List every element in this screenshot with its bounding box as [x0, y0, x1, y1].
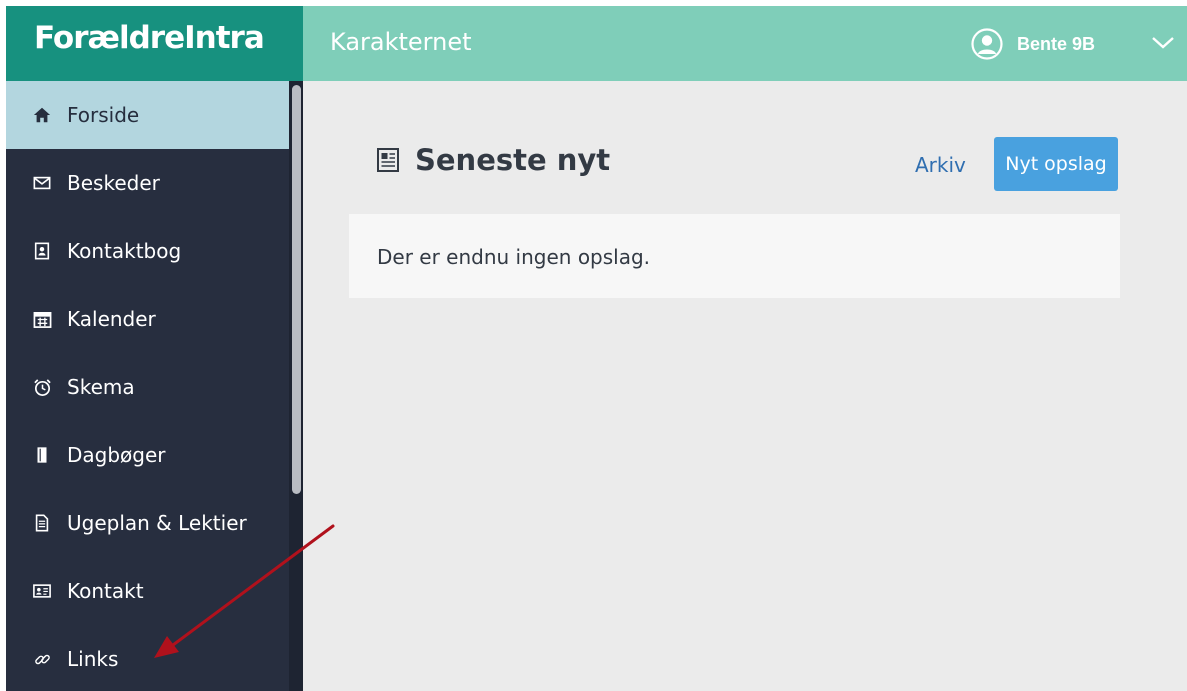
top-header: Karakternet Bente 9B: [303, 6, 1187, 81]
book-icon: [32, 445, 52, 465]
new-post-button[interactable]: Nyt opslag: [994, 137, 1118, 191]
calendar-icon: [32, 309, 52, 329]
app-logo[interactable]: ForældreIntra: [34, 20, 265, 56]
envelope-icon: [32, 173, 52, 193]
sidebar-item-label: Kalender: [67, 307, 156, 331]
sidebar-item-beskeder[interactable]: Beskeder: [6, 149, 289, 217]
section-title: Seneste nyt: [415, 143, 611, 177]
site-title: Karakternet: [330, 28, 472, 56]
sidebar-item-label: Skema: [67, 375, 135, 399]
user-account[interactable]: Bente 9B: [971, 26, 1095, 62]
sidebar-item-label: Links: [67, 647, 119, 671]
sidebar-item-kontakt[interactable]: Kontakt: [6, 557, 289, 625]
sidebar-item-label: Forside: [67, 103, 140, 127]
newspaper-icon: [377, 148, 399, 172]
alarm-clock-icon: [32, 377, 52, 397]
contact-book-icon: [32, 241, 52, 261]
chevron-down-icon[interactable]: [1151, 32, 1175, 52]
sidebar-item-label: Kontakt: [67, 579, 144, 603]
contact-card-icon: [32, 581, 52, 601]
sidebar-item-forside[interactable]: Forside: [6, 81, 289, 149]
link-icon: [32, 649, 52, 669]
sidebar-item-links[interactable]: Links: [6, 625, 289, 691]
sidebar-item-label: Kontaktbog: [67, 239, 182, 263]
sidebar-item-ugeplan[interactable]: Ugeplan & Lektier: [6, 489, 289, 557]
empty-message: Der er endnu ingen opslag.: [377, 245, 651, 269]
sidebar-item-kontaktbog[interactable]: Kontaktbog: [6, 217, 289, 285]
user-name: Bente 9B: [1016, 33, 1095, 54]
scrollbar-thumb[interactable]: [292, 85, 301, 494]
app-window: ForældreIntra Karakternet Bente 9B Forsi…: [6, 6, 1187, 691]
logo-bar: ForældreIntra: [6, 6, 303, 81]
sidebar-item-label: Dagbøger: [67, 443, 166, 467]
archive-link[interactable]: Arkiv: [915, 153, 966, 177]
user-avatar-icon: [971, 28, 1003, 60]
sidebar-item-kalender[interactable]: Kalender: [6, 285, 289, 353]
news-panel: Der er endnu ingen opslag.: [349, 214, 1120, 298]
sidebar: Forside Beskeder Kontaktbog Kalender Ske: [6, 81, 303, 691]
sidebar-item-label: Beskeder: [67, 171, 160, 195]
home-icon: [32, 105, 52, 125]
sidebar-item-label: Ugeplan & Lektier: [67, 511, 247, 535]
document-icon: [32, 513, 52, 533]
sidebar-item-skema[interactable]: Skema: [6, 353, 289, 421]
sidebar-item-dagboger[interactable]: Dagbøger: [6, 421, 289, 489]
main-content: Seneste nyt Arkiv Nyt opslag Der er endn…: [303, 81, 1187, 691]
sidebar-scrollbar[interactable]: [289, 81, 303, 691]
section-header: Seneste nyt: [374, 143, 610, 177]
